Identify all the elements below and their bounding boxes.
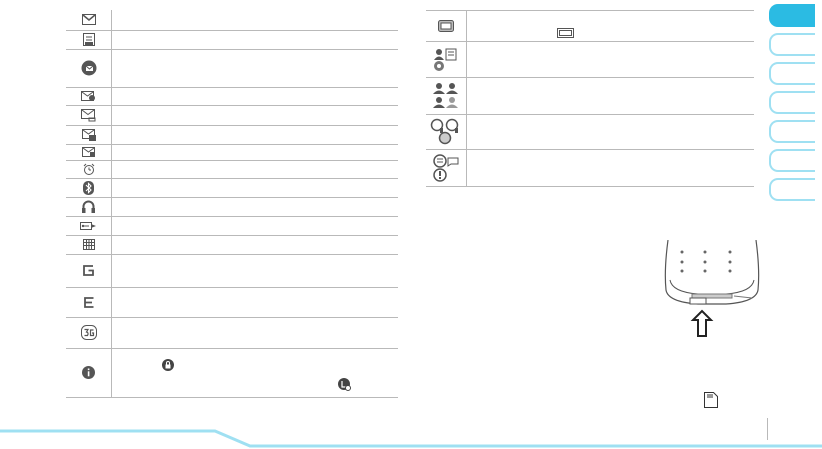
footer-divider: [0, 429, 822, 448]
page-number-divider: [767, 418, 768, 440]
